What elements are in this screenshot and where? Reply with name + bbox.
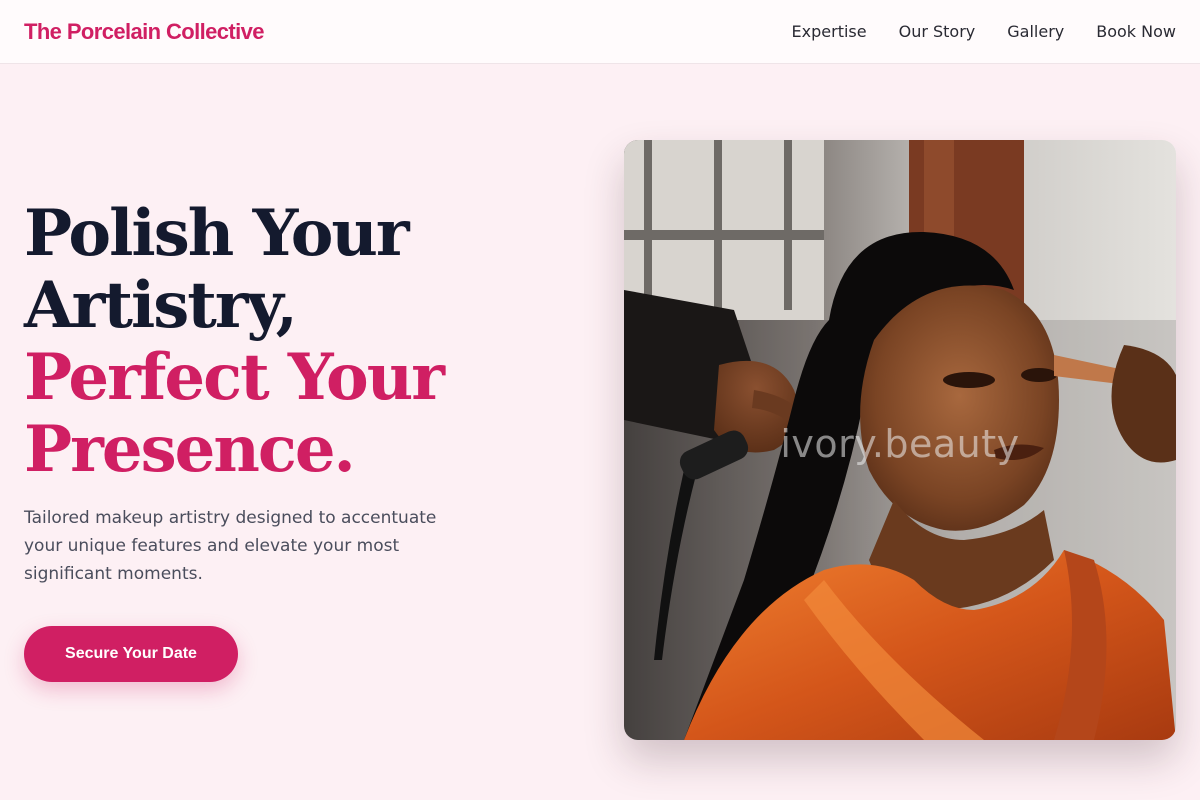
photo-watermark: ivory.beauty [780,422,1020,466]
hero-photo: ivory.beauty [624,140,1176,740]
top-navbar: The Porcelain Collective Expertise Our S… [0,0,1200,64]
nav-link-expertise[interactable]: Expertise [792,22,867,41]
nav-link-book-now[interactable]: Book Now [1096,22,1176,41]
hero-text-block: Polish Your Artistry, Perfect Your Prese… [24,198,494,588]
headline-accent-line-2: Presence. [24,412,356,487]
brand-logo[interactable]: The Porcelain Collective [24,19,265,45]
secure-date-button[interactable]: Secure Your Date [24,626,238,682]
main-nav: Expertise Our Story Gallery Book Now [792,22,1176,41]
nav-link-our-story[interactable]: Our Story [899,22,976,41]
nav-link-gallery[interactable]: Gallery [1007,22,1064,41]
hero-subtitle: Tailored makeup artistry designed to acc… [24,508,437,584]
headline-accent-line-1: Perfect Your [24,340,445,415]
headline-line-2: Artistry, [24,268,298,343]
hero-headline: Polish Your Artistry, Perfect Your Prese… [24,198,494,486]
headline-line-1: Polish Your [24,196,410,271]
